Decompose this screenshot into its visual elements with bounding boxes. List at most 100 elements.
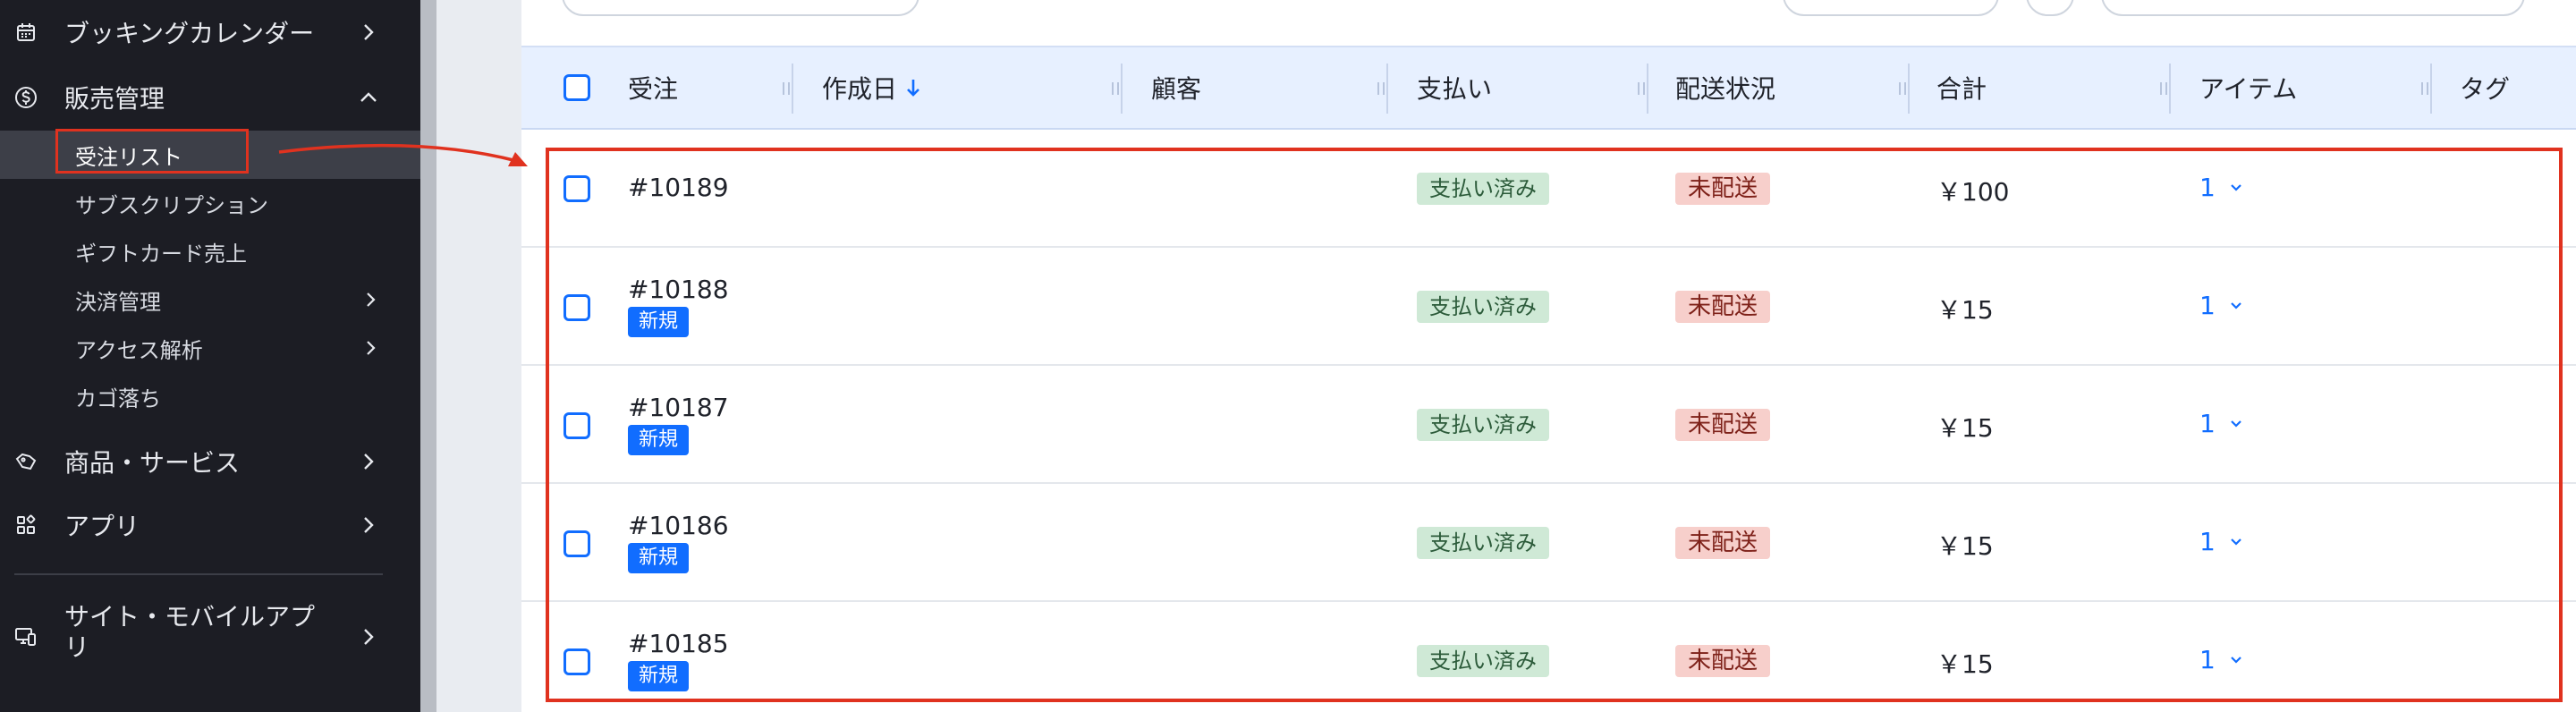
row-checkbox[interactable]	[564, 175, 590, 202]
view-options-button[interactable]	[1783, 0, 1999, 16]
column-header-order[interactable]: 受注	[628, 47, 678, 128]
sidebar-item-products[interactable]: 商品・サービス	[0, 429, 420, 494]
sort-descending-icon	[906, 78, 920, 97]
sidebar-subitem-label: カゴ落ち	[75, 386, 161, 411]
order-number[interactable]: #10188	[628, 275, 729, 304]
sidebar-subitem-label: サブスクリプション	[75, 192, 268, 218]
order-total: ￥15	[1936, 531, 1994, 561]
column-separator	[1908, 64, 1910, 114]
table-row[interactable]: #10187 新規 支払い済み 未配送 ￥15 1	[521, 366, 2576, 484]
order-number[interactable]: #10187	[628, 393, 729, 422]
sidebar-subitem-analytics[interactable]: アクセス解析	[0, 324, 420, 372]
sidebar-subitem-orders[interactable]: 受注リスト	[0, 131, 420, 179]
row-checkbox[interactable]	[564, 530, 590, 557]
table-row[interactable]: #10185 新規 支払い済み 未配送 ￥15 1	[521, 602, 2576, 712]
column-header-total[interactable]: 合計	[1936, 47, 1987, 128]
sidebar-item-booking-calendar[interactable]: ブッキングカレンダー	[0, 0, 420, 64]
table-row[interactable]: #10186 新規 支払い済み 未配送 ￥15 1	[521, 484, 2576, 602]
chevron-right-icon	[358, 626, 379, 648]
sidebar: ブッキングカレンダー 販売管理 受注リスト サブスクリプション ギフトカード売上…	[0, 0, 420, 712]
column-resize-handle[interactable]	[1638, 82, 1645, 95]
sidebar-subitem-label: 受注リスト	[75, 144, 182, 170]
calendar-icon	[14, 21, 38, 44]
filter-button[interactable]	[562, 0, 919, 16]
items-dropdown[interactable]: 1	[2199, 173, 2242, 202]
sidebar-subitem-gift-card-sales[interactable]: ギフトカード売上	[0, 227, 420, 275]
column-header-label: 作成日	[822, 74, 898, 104]
sidebar-divider	[14, 573, 383, 575]
chevron-down-icon	[2230, 656, 2242, 664]
apps-icon	[14, 513, 38, 537]
sidebar-item-apps[interactable]: アプリ	[0, 493, 420, 557]
devices-icon	[14, 625, 38, 648]
app-window: ブッキングカレンダー 販売管理 受注リスト サブスクリプション ギフトカード売上…	[0, 0, 2576, 712]
row-checkbox[interactable]	[564, 412, 590, 439]
sidebar-subitem-label: アクセス解析	[75, 337, 203, 363]
payment-status-badge: 支払い済み	[1417, 409, 1549, 441]
items-count: 1	[2199, 409, 2216, 438]
search-input[interactable]	[2101, 0, 2525, 16]
payment-status-badge: 支払い済み	[1417, 645, 1549, 677]
items-count: 1	[2199, 645, 2216, 674]
column-separator	[2430, 64, 2432, 114]
order-number[interactable]: #10186	[628, 511, 729, 540]
column-resize-handle[interactable]	[1899, 82, 1906, 95]
order-total: ￥15	[1936, 295, 1994, 325]
column-separator	[1386, 64, 1388, 114]
items-dropdown[interactable]: 1	[2199, 645, 2242, 674]
refresh-button[interactable]	[2026, 0, 2074, 16]
chevron-down-icon	[2230, 183, 2242, 191]
row-checkbox[interactable]	[564, 648, 590, 675]
sidebar-subitem-abandoned-carts[interactable]: カゴ落ち	[0, 372, 420, 420]
column-separator	[1121, 64, 1123, 114]
order-number[interactable]: #10189	[628, 173, 729, 202]
new-order-badge: 新規	[628, 661, 690, 691]
table-row[interactable]: #10189 支払い済み 未配送 ￥100 1	[521, 130, 2576, 248]
order-total: ￥100	[1936, 177, 2010, 207]
sidebar-subitem-label: 決済管理	[75, 289, 161, 315]
column-header-created[interactable]: 作成日	[822, 47, 920, 128]
items-dropdown[interactable]: 1	[2199, 291, 2242, 320]
column-resize-handle[interactable]	[2421, 82, 2428, 95]
chevron-right-icon	[361, 291, 379, 309]
order-number[interactable]: #10185	[628, 629, 729, 658]
shipping-status-badge: 未配送	[1675, 291, 1771, 323]
sidebar-subitem-subscriptions[interactable]: サブスクリプション	[0, 179, 420, 227]
items-count: 1	[2199, 527, 2216, 556]
column-header-tags[interactable]: タグ	[2460, 47, 2510, 128]
select-all-checkbox[interactable]	[564, 74, 590, 101]
column-header-payment[interactable]: 支払い	[1417, 47, 1492, 128]
shipping-status-badge: 未配送	[1675, 527, 1771, 559]
column-resize-handle[interactable]	[1112, 82, 1119, 95]
orders-table-card: 受注 作成日 顧客 支払い 配送状況 合計 アイテム タグ #10189 支払い…	[521, 0, 2576, 712]
row-checkbox[interactable]	[564, 294, 590, 321]
dollar-circle-icon	[14, 86, 38, 109]
chevron-down-icon	[2230, 420, 2242, 428]
sidebar-item-sales[interactable]: 販売管理	[0, 65, 420, 130]
column-header-customer[interactable]: 顧客	[1151, 47, 1201, 128]
column-separator	[1647, 64, 1648, 114]
sidebar-scroll-gutter	[420, 0, 436, 712]
order-total: ￥15	[1936, 413, 1994, 443]
column-header-shipping[interactable]: 配送状況	[1675, 47, 1775, 128]
table-row[interactable]: #10188 新規 支払い済み 未配送 ￥15 1	[521, 248, 2576, 366]
items-count: 1	[2199, 173, 2216, 202]
new-order-badge: 新規	[628, 307, 690, 337]
payment-status-badge: 支払い済み	[1417, 291, 1549, 323]
column-resize-handle[interactable]	[1377, 82, 1385, 95]
shipping-status-badge: 未配送	[1675, 645, 1771, 677]
items-dropdown[interactable]: 1	[2199, 409, 2242, 438]
sidebar-item-label: 商品・サービス	[64, 448, 241, 478]
sidebar-item-label: サイト・モバイルアプリ	[64, 602, 316, 662]
column-resize-handle[interactable]	[2160, 82, 2167, 95]
column-header-items[interactable]: アイテム	[2199, 47, 2297, 128]
chevron-down-icon	[2230, 301, 2242, 309]
sidebar-item-label: ブッキングカレンダー	[64, 19, 315, 48]
new-order-badge: 新規	[628, 543, 690, 573]
column-resize-handle[interactable]	[783, 82, 790, 95]
column-separator	[792, 64, 793, 114]
items-dropdown[interactable]: 1	[2199, 527, 2242, 556]
sidebar-subitem-payments[interactable]: 決済管理	[0, 275, 420, 324]
shipping-status-badge: 未配送	[1675, 409, 1771, 441]
chevron-right-icon	[358, 451, 379, 472]
